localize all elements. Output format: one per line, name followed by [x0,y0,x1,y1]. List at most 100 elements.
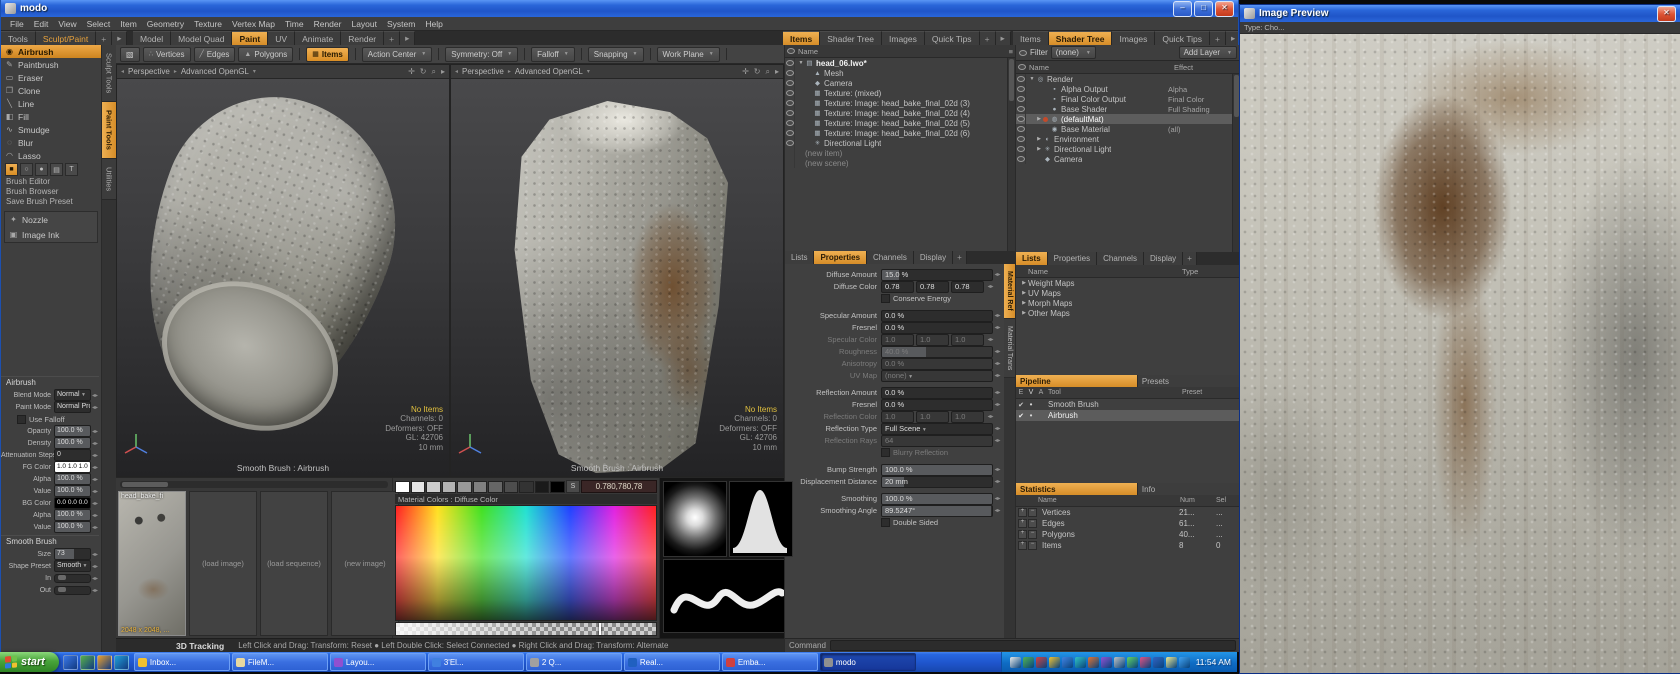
remove-selection-button[interactable]: − [1028,530,1037,539]
tab-tools[interactable]: Tools [1,31,36,45]
visibility-eye-icon[interactable] [785,68,795,78]
shader-row-base-shader[interactable]: ●Base ShaderFull Shading [1016,104,1232,114]
stepper-icon[interactable]: ◂▸ [993,360,1002,367]
pipeline-row-airbrush[interactable]: ✔•Airbrush [1016,410,1240,421]
stepper-icon[interactable]: ◂▸ [91,476,99,483]
tool-eraser[interactable]: ▭Eraser [1,71,101,84]
field-fresnel[interactable]: 0.0 % [881,322,993,334]
orbit-icon[interactable]: ↻ [420,67,427,77]
tab-uv[interactable]: UV [268,31,295,45]
tool-image-ink[interactable]: ▣Image Ink [5,227,97,242]
tab-model-quad[interactable]: Model Quad [171,31,232,45]
tab-quick-tips[interactable]: Quick Tips [925,31,980,45]
side-tab-material-trans[interactable]: Material Trans [1004,319,1015,378]
add-tab-button[interactable]: + [96,31,112,45]
checkbox-use-falloff[interactable] [17,415,26,424]
stepper-icon[interactable]: ◂▸ [91,512,99,519]
stat-row-items[interactable]: +−Items80 [1016,540,1240,551]
tab-render[interactable]: Render [341,31,384,45]
item-row-directional-light[interactable]: ✳Directional Light [785,138,1007,148]
brush-tip-preview[interactable] [663,481,727,557]
work-plane-menu[interactable]: Work Plane▼ [657,47,720,62]
field-anisotropy[interactable]: 0.0 % [881,358,993,370]
visibility-eye-icon[interactable] [1016,94,1026,104]
stepper-icon[interactable]: ◂▸ [993,372,1002,379]
stepper-icon[interactable]: ◂▸ [993,271,1002,278]
tool-nozzle[interactable]: ✦Nozzle [5,212,97,227]
color-field-fg-color[interactable]: 1.0 1.0 1.0 [54,461,91,473]
field-smoothing-angle[interactable]: 89.5247° [881,505,993,517]
expander-icon[interactable]: ▶ [1035,146,1043,152]
stat-row-polygons[interactable]: +−Polygons40...... [1016,529,1240,540]
item-row-new-item[interactable]: (new item) [785,148,1007,158]
stepper-icon[interactable]: ◂▸ [993,348,1002,355]
tray-icon[interactable] [1101,657,1112,668]
tab-sculpt-paint[interactable]: Sculpt/Paint [36,31,96,45]
stepper-icon[interactable]: ◂▸ [91,551,99,558]
dropdown-uv-map[interactable]: (none) ▼ [881,370,993,382]
stepper-icon[interactable]: ◂▸ [91,563,99,570]
tool-fill[interactable]: ◧Fill [1,110,101,123]
tray-icon[interactable] [1023,657,1034,668]
visibility-eye-icon[interactable] [785,58,795,68]
tool-blur[interactable]: ◌Blur [1,136,101,149]
color-component-field[interactable]: 1.0 [951,334,984,346]
visibility-eye-icon[interactable] [785,78,795,88]
tool-airbrush[interactable]: ◉Airbrush [1,45,101,58]
task-button-3-el[interactable]: 3'El... [428,653,524,671]
menu-view[interactable]: View [53,19,81,29]
menu-time[interactable]: Time [280,19,309,29]
stepper-icon[interactable]: ◂▸ [993,425,1002,432]
list-menu-icon[interactable]: ≡ [1009,47,1013,56]
visibility-eye-icon[interactable] [1016,154,1026,164]
visibility-eye-icon[interactable] [785,118,795,128]
tab-shader-tree[interactable]: Shader Tree [1049,31,1113,45]
gray-swatch[interactable] [426,481,441,493]
stepper-icon[interactable]: ◂▸ [91,524,99,531]
task-button-inbox[interactable]: Inbox... [134,653,230,671]
vertical-tab-utilities[interactable]: Utilities [102,159,116,200]
stepper-icon[interactable]: ◂▸ [91,464,99,471]
color-component-field[interactable]: 0.78 [881,281,914,293]
field-reflection-amount[interactable]: 0.0 % [881,387,993,399]
list-row-weight-maps[interactable]: ▶Weight Maps [1016,278,1240,288]
field-reflection-rays[interactable]: 64 [881,435,993,447]
gray-swatch[interactable] [550,481,565,493]
tray-icon[interactable] [1114,657,1125,668]
add-tab-button[interactable]: + [384,31,400,45]
viewport-right-canvas[interactable]: No ItemsChannels: 0Deformers: OFFGL: 427… [451,79,783,476]
tab-lists[interactable]: Lists [1016,252,1048,265]
add-layer-dropdown[interactable]: Add Layer ▼ [1179,46,1237,59]
tab-channels[interactable]: Channels [867,251,914,264]
thumbnail-new-image[interactable]: (new image) [331,491,399,636]
edges-mode-button[interactable]: ╱Edges [194,47,236,62]
tab-lists[interactable]: Lists [785,251,814,264]
gray-swatch[interactable] [504,481,519,493]
pipeline-row-smooth-brush[interactable]: ✔•Smooth Brush [1016,399,1240,410]
stepper-icon[interactable]: ◂▸ [91,488,99,495]
visibility-eye-icon[interactable] [1016,104,1026,114]
viewport-left[interactable]: ◂ Perspective ▸ Advanced OpenGL ▾ ✛ ↻ ⌕ … [116,64,450,477]
dropdown-shape-preset[interactable]: Smooth ▼ [54,560,91,572]
shading-caret-icon[interactable]: ▾ [253,68,256,75]
visible-dot-icon[interactable]: • [1026,411,1036,420]
item-tree-scrollbar[interactable] [1007,58,1015,251]
gray-swatch[interactable] [535,481,550,493]
items-mode-button[interactable]: ▦Items [306,47,349,62]
slider-in[interactable] [54,574,91,583]
shader-row-final-color-output[interactable]: ▪Final Color OutputFinal Color [1016,94,1232,104]
thumbnail-head-bake-fi[interactable]: head_bake_fi2048 x 2048, ... [118,491,186,636]
visibility-eye-icon[interactable] [785,98,795,108]
brush-tip-square-icon[interactable]: ■ [5,163,18,176]
field-roughness[interactable]: 40.0 % [881,346,993,358]
visibility-eye-icon[interactable] [1016,74,1026,84]
stepper-icon[interactable]: ◂▸ [91,428,99,435]
prev-view-icon[interactable]: ◂ [121,68,124,75]
slider-out[interactable] [54,586,91,595]
gray-swatch[interactable] [411,481,426,493]
add-selection-button[interactable]: + [1018,541,1027,550]
stepper-icon[interactable]: ◂▸ [993,324,1002,331]
tool-smudge[interactable]: ∿Smudge [1,123,101,136]
visibility-eye-icon[interactable] [785,128,795,138]
stepper-icon[interactable]: ◂▸ [993,401,1002,408]
